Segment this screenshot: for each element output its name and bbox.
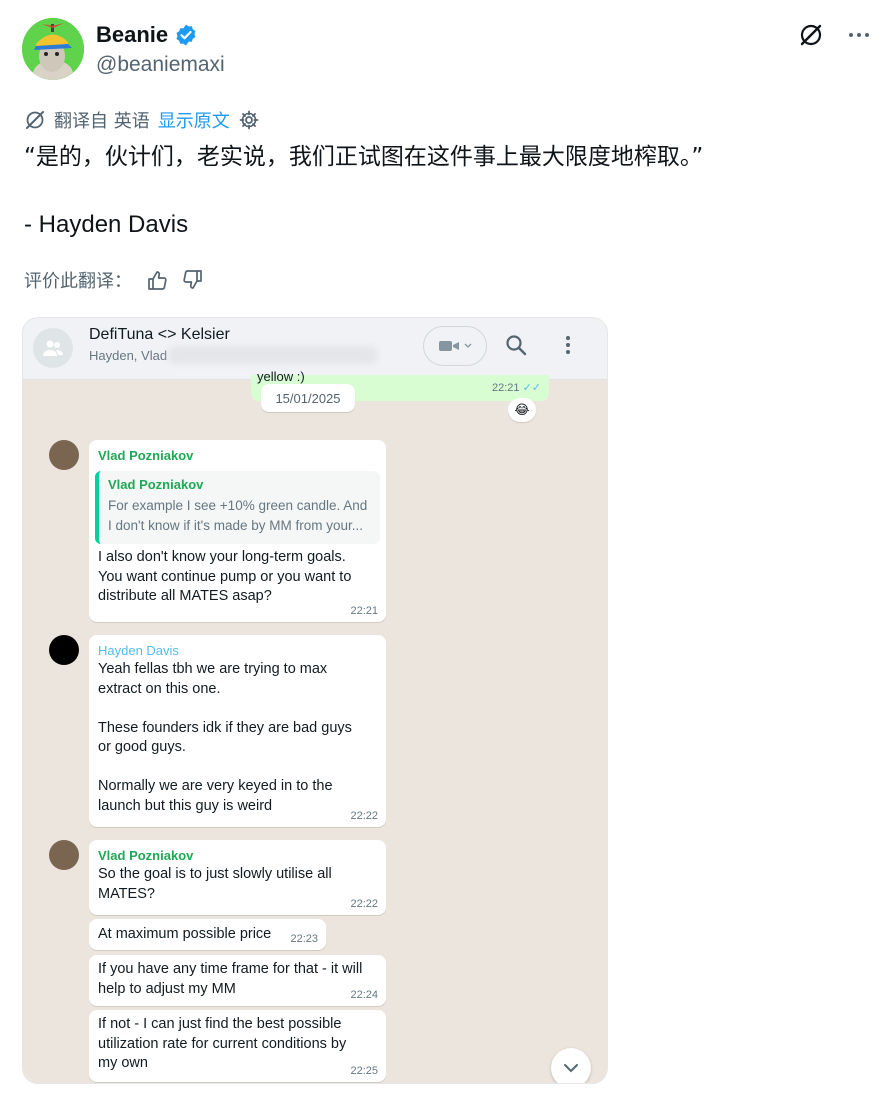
message-sender: Hayden Davis <box>98 643 179 658</box>
message-time: 22:22 <box>350 810 378 822</box>
thumbs-up-icon[interactable] <box>146 269 168 291</box>
message-bubble: At maximum possible price 22:23 <box>89 919 326 950</box>
translated-from-label: 翻译自 英语 <box>54 111 150 132</box>
video-call-button <box>423 326 487 366</box>
quoted-message: Vlad Pozniakov For example I see +10% gr… <box>95 471 380 544</box>
grok-translate-icon <box>26 111 44 129</box>
message-text: If you have any time frame for that - it… <box>98 961 363 997</box>
quoted-sender: Vlad Pozniakov <box>108 477 204 492</box>
message-time: 22:25 <box>350 1065 378 1077</box>
message-time: 22:24 <box>350 989 378 1001</box>
message-time: 22:22 <box>350 898 378 910</box>
tweet-top-actions <box>798 22 872 48</box>
rate-translation-row: 评价此翻译： <box>24 267 204 293</box>
author-avatar[interactable] <box>22 18 84 80</box>
hayden-avatar <box>49 635 79 665</box>
video-camera-icon <box>439 341 459 351</box>
search-icon <box>506 335 527 356</box>
message-time: 22:23 <box>290 933 318 945</box>
chat-participants: Hayden, Vlad <box>89 348 168 363</box>
vlad-avatar <box>49 840 79 870</box>
beanie-avatar-icon <box>22 18 84 80</box>
chat-header: DefiTuna <> Kelsier Hayden, Vlad <box>23 318 607 380</box>
chat-title: DefiTuna <> Kelsier <box>89 326 230 343</box>
group-avatar <box>33 328 73 368</box>
message-sender: Vlad Pozniakov <box>98 448 194 463</box>
date-chip: 15/01/2025 <box>261 384 355 412</box>
quoted-text-line: For example I see +10% green candle. And <box>108 498 368 513</box>
thumbs-down-icon[interactable] <box>182 269 204 291</box>
chevron-down-icon <box>564 1064 578 1073</box>
verified-badge-icon <box>176 24 196 46</box>
redacted-participants <box>168 346 378 364</box>
message-text: Yeah fellas tbh we are trying to max ext… <box>98 661 352 814</box>
chevron-down-icon <box>464 343 472 348</box>
group-icon <box>43 340 63 356</box>
vlad-avatar <box>49 440 79 470</box>
message-text: At maximum possible price <box>98 926 272 942</box>
outgoing-message-text: yellow :) <box>257 369 305 384</box>
quoted-text-line: I don't know if it's made by MM from you… <box>108 518 363 533</box>
message-text: So the goal is to just slowly utilise al… <box>98 866 332 902</box>
more-options-icon[interactable] <box>846 22 872 48</box>
kebab-menu-icon <box>566 336 570 354</box>
message-time: 22:21 <box>350 605 378 617</box>
message-text: I also don't know your long-term goals. … <box>98 549 352 604</box>
tweet-text: “是的，伙计们，老实说，我们正试图在这件事上最大限度地榨取。” <box>24 144 704 170</box>
message-bubble: If you have any time frame for that - it… <box>89 955 386 1006</box>
message-bubble: Vlad Pozniakov So the goal is to just sl… <box>89 840 386 915</box>
message-bubble: If not - I can just find the best possib… <box>89 1010 386 1082</box>
tweet-signature: - Hayden Davis <box>24 211 189 238</box>
gear-icon[interactable] <box>238 109 260 131</box>
grok-icon[interactable] <box>798 22 824 48</box>
reaction-emoji: 😂 <box>508 398 536 422</box>
author-name[interactable]: Beanie <box>96 22 168 48</box>
message-bubble: Hayden Davis Yeah fellas tbh we are tryi… <box>89 635 386 827</box>
author-handle[interactable]: @beaniemaxi <box>96 53 225 77</box>
outgoing-message-time: 22:21 ✓✓ <box>491 382 541 394</box>
translation-bar: 翻译自 英语 显示原文 <box>24 107 260 133</box>
message-bubble: Vlad Pozniakov Vlad Pozniakov For exampl… <box>89 440 386 622</box>
tweet-media-image[interactable]: DefiTuna <> Kelsier Hayden, Vlad yellow … <box>22 317 608 1084</box>
rate-translation-label: 评价此翻译： <box>24 271 132 292</box>
show-original-link[interactable]: 显示原文 <box>158 107 230 133</box>
author-block: Beanie @beaniemaxi <box>96 22 225 77</box>
message-text: If not - I can just find the best possib… <box>98 1016 347 1071</box>
scroll-down-button <box>551 1048 591 1083</box>
message-sender: Vlad Pozniakov <box>98 848 194 863</box>
